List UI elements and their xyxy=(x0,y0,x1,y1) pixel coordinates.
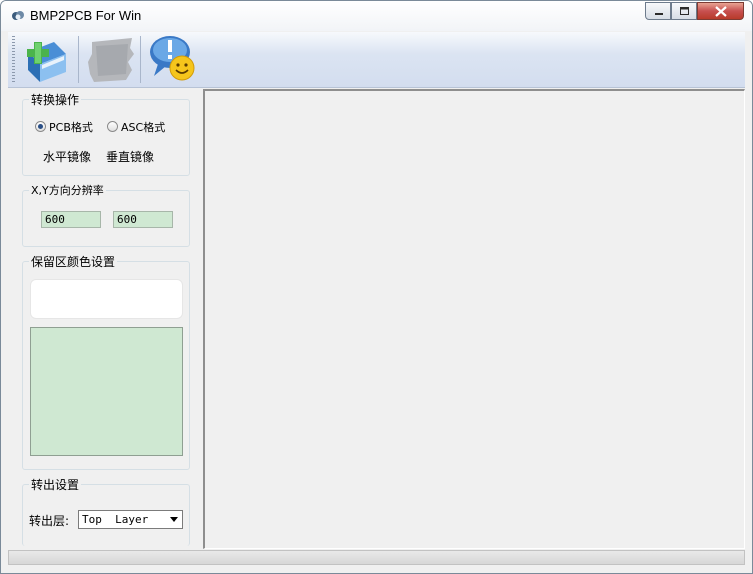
output-layer-value: Top Layer xyxy=(82,513,149,526)
left-panel: 转换操作 PCB格式 ASC格式 水平镜像 垂直镜像 X,Y方向分辨率 600 … xyxy=(8,89,203,549)
radio-pcb-format[interactable] xyxy=(35,121,46,132)
output-layer-select[interactable]: Top Layer xyxy=(78,510,183,529)
output-group-label: 转出设置 xyxy=(29,476,82,493)
radio-asc-format[interactable] xyxy=(107,121,118,132)
convert-icon xyxy=(27,42,66,82)
disabled-tool-icon xyxy=(88,38,134,82)
resolution-group: X,Y方向分辨率 600 600 xyxy=(22,182,190,247)
help-button[interactable] xyxy=(146,34,198,84)
radio-pcb-label: PCB格式 xyxy=(49,121,93,134)
restore-icon xyxy=(680,7,689,15)
preview-canvas[interactable] xyxy=(203,89,745,549)
maximize-button[interactable] xyxy=(671,2,697,20)
x-resolution-field[interactable]: 600 xyxy=(41,211,101,228)
toolbar-separator xyxy=(78,36,79,83)
title-bar: BMP2PCB For Win xyxy=(1,1,752,31)
output-group: 转出设置 转出层: Top Layer xyxy=(22,476,190,546)
color-swatch[interactable] xyxy=(30,327,183,456)
close-button[interactable] xyxy=(697,2,744,20)
app-window: BMP2PCB For Win 转换操作 PCB格式 ASC格式 水平镜像 垂直… xyxy=(0,0,753,574)
y-resolution-field[interactable]: 600 xyxy=(113,211,173,228)
conversion-group: 转换操作 PCB格式 ASC格式 水平镜像 垂直镜像 xyxy=(22,91,190,176)
mirror-horizontal-button[interactable]: 水平镜像 xyxy=(43,148,91,165)
convert-button[interactable] xyxy=(20,34,72,84)
color-preview-area[interactable] xyxy=(30,279,183,319)
minimize-button[interactable] xyxy=(645,2,671,20)
output-layer-label: 转出层: xyxy=(29,514,70,528)
toolbar-separator xyxy=(140,36,141,83)
close-icon xyxy=(715,6,727,17)
status-bar xyxy=(8,550,745,565)
app-icon xyxy=(12,11,24,20)
radio-asc-label: ASC格式 xyxy=(121,121,166,134)
toolbar xyxy=(8,32,745,88)
color-group-label: 保留区颜色设置 xyxy=(29,253,118,270)
window-title: BMP2PCB For Win xyxy=(30,8,142,23)
disabled-tool-button[interactable] xyxy=(84,34,136,84)
mirror-vertical-button[interactable]: 垂直镜像 xyxy=(106,148,154,165)
toolbar-grip[interactable] xyxy=(12,36,15,83)
resolution-group-label: X,Y方向分辨率 xyxy=(29,182,106,198)
help-smiley-icon xyxy=(150,36,195,81)
color-group: 保留区颜色设置 xyxy=(22,253,190,470)
chevron-down-icon[interactable] xyxy=(170,517,178,522)
minimize-icon xyxy=(655,13,663,15)
conversion-group-label: 转换操作 xyxy=(29,91,82,108)
